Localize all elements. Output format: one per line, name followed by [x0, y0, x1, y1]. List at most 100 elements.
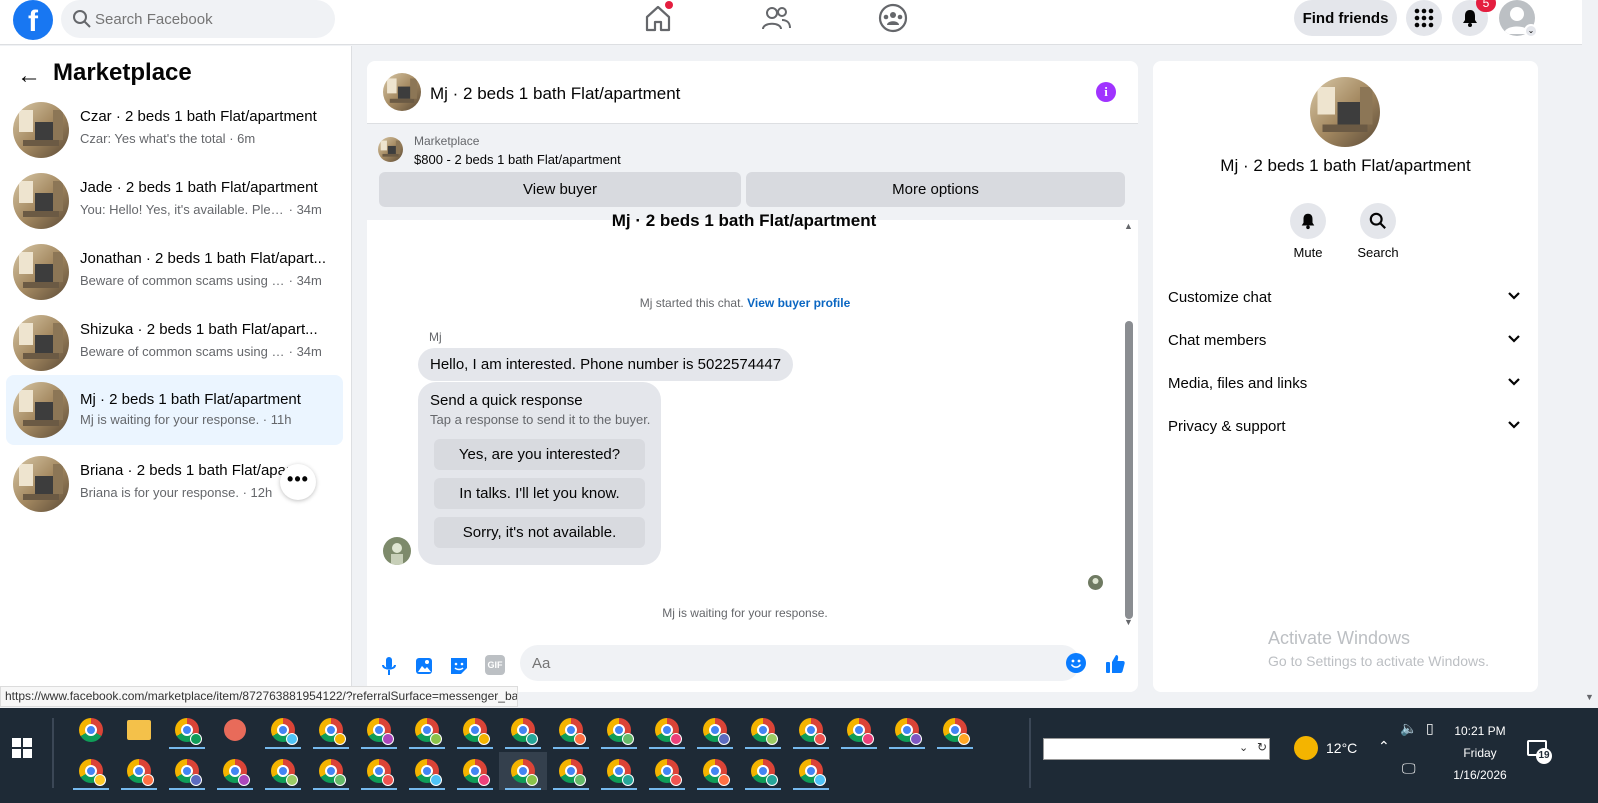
- conversation-item[interactable]: Jade · 2 beds 1 bath Flat/apartment You:…: [6, 169, 343, 232]
- chrome-profile-icon[interactable]: [307, 711, 355, 749]
- conversation-more-button[interactable]: •••: [280, 464, 316, 500]
- chrome-profile-icon[interactable]: [259, 752, 307, 790]
- chrome-icon[interactable]: [67, 711, 115, 749]
- find-friends-button[interactable]: Find friends: [1294, 0, 1397, 36]
- message-input[interactable]: [532, 645, 1032, 681]
- chrome-profile-icon[interactable]: [547, 752, 595, 790]
- sticker-icon[interactable]: [448, 655, 470, 677]
- menu-button[interactable]: [1406, 0, 1442, 36]
- volume-icon[interactable]: 🔈: [1400, 720, 1417, 737]
- file-explorer-icon[interactable]: [115, 711, 163, 749]
- chrome-profile-icon[interactable]: [691, 711, 739, 749]
- conversation-item[interactable]: Shizuka · 2 beds 1 bath Flat/apart... Be…: [6, 311, 343, 374]
- chrome-profile-icon[interactable]: [163, 752, 211, 790]
- chrome-profile-icon[interactable]: [67, 752, 115, 790]
- windows-start-icon[interactable]: [12, 738, 32, 758]
- temperature[interactable]: 12°C: [1326, 740, 1357, 756]
- quick-response-button[interactable]: In talks. I'll let you know.: [434, 478, 645, 509]
- account-chevron-icon[interactable]: ⌄: [1524, 24, 1538, 38]
- quick-response-button[interactable]: Yes, are you interested?: [434, 439, 645, 470]
- chrome-profile-icon[interactable]: [307, 752, 355, 790]
- chrome-profile-icon[interactable]: [931, 711, 979, 749]
- chrome-profile-icon[interactable]: [451, 711, 499, 749]
- quick-response-card: Send a quick response Tap a response to …: [418, 382, 661, 565]
- chrome-profile-icon[interactable]: [835, 711, 883, 749]
- chrome-profile-icon[interactable]: [643, 752, 691, 790]
- chat-thumbnail[interactable]: [383, 73, 421, 111]
- view-buyer-button[interactable]: View buyer: [379, 172, 741, 207]
- chrome-profile-icon[interactable]: [451, 752, 499, 790]
- search-input[interactable]: [95, 0, 325, 38]
- chrome-profile-icon[interactable]: [691, 752, 739, 790]
- listing-price-title[interactable]: $800 - 2 beds 1 bath Flat/apartment: [414, 152, 621, 167]
- search-bar[interactable]: [61, 0, 335, 38]
- conversation-item[interactable]: Czar · 2 beds 1 bath Flat/apartment Czar…: [6, 98, 343, 161]
- thread-scrollbar[interactable]: ▲ ▼: [1123, 221, 1137, 629]
- chrome-profile-icon[interactable]: [787, 711, 835, 749]
- chrome-profile-icon[interactable]: [883, 711, 931, 749]
- chrome-profile-icon[interactable]: [115, 752, 163, 790]
- media-files-links-section[interactable]: Media, files and links: [1168, 369, 1523, 399]
- taskbar-address-box[interactable]: ⌄ ↻: [1043, 738, 1270, 760]
- scroll-down-arrow-icon[interactable]: ▼: [1124, 617, 1133, 627]
- message-composer: GIF: [367, 639, 1138, 692]
- message-input-box[interactable]: [520, 645, 1086, 681]
- facebook-logo[interactable]: f: [13, 0, 53, 40]
- chrome-profile-icon[interactable]: [211, 752, 259, 790]
- device-icon[interactable]: ▯: [1426, 720, 1434, 737]
- info-icon[interactable]: i: [1096, 82, 1116, 102]
- listing-thumbnail-large[interactable]: [1310, 77, 1380, 147]
- microphone-icon[interactable]: [378, 655, 400, 677]
- weather-icon[interactable]: [1294, 736, 1318, 760]
- groups-icon[interactable]: [877, 2, 909, 34]
- search-action[interactable]: Search: [1348, 203, 1408, 260]
- chrome-profile-icon[interactable]: [163, 711, 211, 749]
- activate-windows-watermark: Activate Windows: [1268, 628, 1411, 648]
- app-icon[interactable]: [211, 711, 259, 749]
- section-label: Privacy & support: [1168, 418, 1286, 435]
- scroll-up-arrow-icon[interactable]: ▲: [1124, 221, 1133, 231]
- page-scrollbar[interactable]: ▼: [1582, 0, 1598, 708]
- quick-response-button[interactable]: Sorry, it's not available.: [434, 517, 645, 548]
- chrome-profile-icon[interactable]: [499, 711, 547, 749]
- scroll-down-arrow-icon[interactable]: ▼: [1585, 692, 1594, 702]
- scrollbar-thumb[interactable]: [1125, 321, 1133, 619]
- chrome-profile-icon-active[interactable]: [499, 752, 547, 790]
- chrome-profile-icon[interactable]: [403, 711, 451, 749]
- conversation-item[interactable]: Jonathan · 2 beds 1 bath Flat/apart... B…: [6, 240, 343, 303]
- privacy-support-section[interactable]: Privacy & support: [1168, 412, 1523, 442]
- system-clock[interactable]: 10:21 PM Friday 1/16/2026: [1440, 720, 1520, 786]
- customize-chat-section[interactable]: Customize chat: [1168, 283, 1523, 313]
- buyer-avatar[interactable]: [383, 537, 411, 565]
- refresh-icon[interactable]: ↻: [1257, 740, 1267, 754]
- chrome-profile-icon[interactable]: [739, 711, 787, 749]
- view-buyer-profile-link[interactable]: View buyer profile: [747, 296, 850, 310]
- emoji-icon[interactable]: [1066, 653, 1086, 673]
- chrome-profile-icon[interactable]: [355, 752, 403, 790]
- friends-icon[interactable]: [760, 2, 792, 34]
- mute-action[interactable]: Mute: [1278, 203, 1338, 260]
- chrome-profile-icon[interactable]: [355, 711, 403, 749]
- chrome-profile-icon[interactable]: [259, 711, 307, 749]
- chrome-profile-icon[interactable]: [643, 711, 691, 749]
- chrome-profile-icon[interactable]: [403, 752, 451, 790]
- more-options-button[interactable]: More options: [746, 172, 1125, 207]
- message-bubble: Hello, I am interested. Phone number is …: [418, 348, 794, 381]
- chrome-profile-icon[interactable]: [595, 752, 643, 790]
- thumbs-up-icon[interactable]: [1104, 653, 1126, 675]
- photo-icon[interactable]: [413, 655, 435, 677]
- chrome-profile-icon[interactable]: [739, 752, 787, 790]
- conversation-item-active[interactable]: Mj · 2 beds 1 bath Flat/apartment Mj is …: [6, 375, 343, 445]
- chrome-profile-icon[interactable]: [787, 752, 835, 790]
- chrome-profile-icon[interactable]: [595, 711, 643, 749]
- chat-title[interactable]: Mj · 2 beds 1 bath Flat/apartment: [430, 84, 680, 104]
- chat-members-section[interactable]: Chat members: [1168, 326, 1523, 356]
- tray-expand-icon[interactable]: ⌃: [1378, 738, 1390, 755]
- back-arrow-icon[interactable]: ←: [17, 62, 41, 90]
- chat-panel: Mj · 2 beds 1 bath Flat/apartment i Mark…: [367, 61, 1138, 692]
- dropdown-chevron-icon[interactable]: ⌄: [1239, 741, 1248, 754]
- network-icon[interactable]: 🖵: [1402, 760, 1416, 777]
- conversation-preview: You: Hello! Yes, it's available. Please …: [80, 202, 322, 217]
- chrome-profile-icon[interactable]: [547, 711, 595, 749]
- gif-icon[interactable]: GIF: [485, 655, 505, 675]
